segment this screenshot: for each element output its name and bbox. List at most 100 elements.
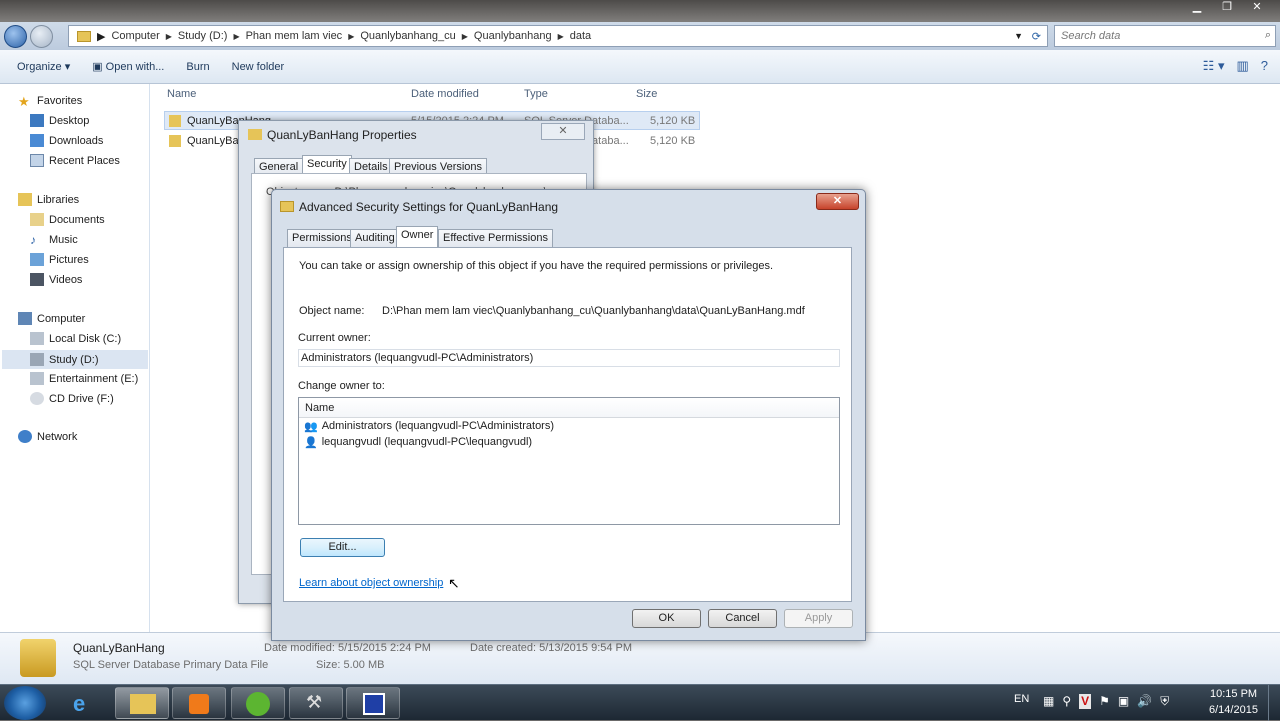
tray-flag-icon[interactable]: ⚑: [1099, 694, 1110, 709]
search-icon: ⌕: [1264, 29, 1271, 41]
list-item[interactable]: 👥 Administrators (lequangvudl-PC\Adminis…: [299, 418, 839, 434]
volume-icon[interactable]: 🔊: [1137, 694, 1152, 709]
clock-date[interactable]: 6/14/2015: [1209, 704, 1258, 716]
breadcrumb-computer[interactable]: Computer ▶: [111, 30, 171, 42]
folder-icon: [77, 30, 91, 42]
command-bar: Organize ▾ ▣ Open with... Burn New folde…: [0, 50, 1280, 84]
address-dropdown-icon[interactable]: ▼: [1014, 31, 1023, 41]
sidebar-item-videos[interactable]: Videos: [30, 273, 82, 286]
burn-button[interactable]: Burn: [186, 61, 209, 73]
sidebar-item-local-disk[interactable]: Local Disk (C:): [30, 332, 121, 345]
owner-list[interactable]: Name 👥 Administrators (lequangvudl-PC\Ad…: [298, 397, 840, 525]
sidebar-item-computer[interactable]: Computer: [18, 312, 85, 325]
users-group-icon: 👥: [304, 420, 318, 433]
maximize-button[interactable]: ❐: [1214, 0, 1240, 13]
database-file-icon: [169, 114, 181, 127]
mouse-cursor-icon: ↖: [448, 575, 460, 591]
breadcrumb-quanlybanhang-cu[interactable]: Quanlybanhang_cu ▶: [360, 30, 468, 42]
refresh-icon[interactable]: ⟳: [1032, 30, 1041, 43]
list-item[interactable]: 👤 lequangvudl (lequangvudl-PC\lequangvud…: [299, 434, 839, 450]
folder-icon: [130, 694, 156, 714]
language-indicator[interactable]: EN: [1014, 693, 1029, 705]
column-header-type[interactable]: Type: [524, 88, 548, 100]
column-header-size[interactable]: Size: [636, 88, 657, 100]
help-icon[interactable]: ?: [1261, 58, 1268, 74]
folder-icon: [280, 201, 294, 212]
view-options-icon[interactable]: ☷ ▾: [1203, 58, 1225, 74]
tab-effective-permissions[interactable]: Effective Permissions: [438, 229, 553, 247]
tray-network-icon[interactable]: ⚲: [1062, 694, 1071, 709]
sidebar-item-documents[interactable]: Documents: [30, 213, 105, 226]
media-player-icon: [189, 694, 209, 714]
sidebar-item-desktop[interactable]: Desktop: [30, 114, 89, 127]
edit-button[interactable]: Edit...: [300, 538, 385, 557]
properties-close-button[interactable]: ✕: [541, 123, 585, 140]
close-window-button[interactable]: ✕: [1244, 0, 1270, 13]
search-input[interactable]: Search data ⌕: [1054, 25, 1276, 47]
clock-time[interactable]: 10:15 PM: [1210, 688, 1257, 700]
address-bar[interactable]: ▶ Computer ▶ Study (D:) ▶ Phan mem lam vie…: [68, 25, 1048, 47]
cancel-button[interactable]: Cancel: [708, 609, 777, 628]
pictures-icon: [30, 253, 44, 266]
tab-auditing[interactable]: Auditing: [350, 229, 400, 247]
start-button[interactable]: [4, 686, 46, 720]
sidebar-item-entertainment[interactable]: Entertainment (E:): [30, 372, 138, 385]
tray-app-icon[interactable]: ▦: [1043, 694, 1054, 709]
taskbar: e ⚒ EN ▦ ⚲ V ⚑ ▣ 🔊 ⛨ 10:15 PM 6/14/2015: [0, 684, 1280, 721]
recent-places-icon: [30, 154, 44, 167]
organize-button[interactable]: Organize ▾: [17, 60, 70, 73]
back-button[interactable]: [4, 25, 27, 48]
navigation-pane: ★ Favorites Desktop Downloads Recent Plac…: [0, 84, 150, 632]
sidebar-item-libraries[interactable]: Libraries: [18, 193, 79, 206]
show-desktop-button[interactable]: [1268, 685, 1280, 721]
details-date-created: Date created: 5/13/2015 9:54 PM: [470, 642, 633, 654]
tray-screen-icon[interactable]: ▣: [1118, 694, 1129, 709]
media-player-taskbar-button[interactable]: [172, 687, 226, 719]
breadcrumb-study[interactable]: Study (D:) ▶: [178, 30, 240, 42]
owner-panel: You can take or assign ownership of this…: [283, 247, 852, 602]
tools-taskbar-button[interactable]: ⚒: [289, 687, 343, 719]
internet-explorer-icon: e: [73, 691, 86, 716]
tab-permissions[interactable]: Permissions: [287, 229, 357, 247]
screen-recorder-icon: [363, 693, 385, 715]
change-owner-label: Change owner to:: [298, 380, 385, 392]
breadcrumb-phan-mem[interactable]: Phan mem lam viec ▶: [246, 30, 355, 42]
desktop-icon: [30, 114, 44, 127]
sidebar-item-recent-places[interactable]: Recent Places: [30, 154, 120, 167]
advanced-close-button[interactable]: ✕: [816, 193, 859, 210]
column-header-name[interactable]: Name: [167, 88, 196, 100]
sidebar-item-pictures[interactable]: Pictures: [30, 253, 89, 266]
owner-list-header[interactable]: Name: [299, 398, 839, 418]
preview-pane-icon[interactable]: ▥: [1236, 58, 1248, 74]
learn-ownership-link[interactable]: Learn about object ownership: [299, 577, 443, 589]
sidebar-item-study[interactable]: Study (D:): [2, 350, 148, 369]
explorer-taskbar-button[interactable]: [115, 687, 169, 719]
properties-title: QuanLyBanHang Properties: [267, 128, 417, 142]
sidebar-item-network[interactable]: Network: [18, 430, 77, 443]
tray-v-icon[interactable]: V: [1079, 694, 1092, 709]
tray-security-icon[interactable]: ⛨: [1160, 694, 1169, 709]
object-name-value: D:\Phan mem lam viec\Quanlybanhang_cu\Qu…: [382, 305, 805, 317]
internet-explorer-taskbar-button[interactable]: e: [58, 687, 112, 719]
sidebar-item-downloads[interactable]: Downloads: [30, 134, 103, 147]
minimize-button[interactable]: ▁: [1184, 0, 1210, 13]
open-with-button[interactable]: ▣ Open with...: [92, 60, 164, 73]
breadcrumb-quanlybanhang[interactable]: Quanlybanhang ▶: [474, 30, 564, 42]
forward-button[interactable]: [30, 25, 53, 48]
ok-button[interactable]: OK: [632, 609, 701, 628]
sidebar-item-cd-drive[interactable]: CD Drive (F:): [30, 392, 114, 405]
breadcrumb-data[interactable]: data: [570, 30, 591, 42]
sidebar-item-favorites[interactable]: ★ Favorites: [18, 94, 82, 109]
libraries-icon: [18, 193, 32, 206]
star-icon: ★: [18, 94, 30, 109]
apply-button[interactable]: Apply: [784, 609, 853, 628]
sidebar-item-music[interactable]: ♪ Music: [30, 233, 78, 247]
screen-recorder-taskbar-button[interactable]: [346, 687, 400, 719]
tab-owner[interactable]: Owner: [396, 226, 439, 247]
folder-icon: [248, 129, 262, 140]
app-taskbar-button[interactable]: [231, 687, 285, 719]
owner-intro-text: You can take or assign ownership of this…: [299, 260, 774, 272]
current-owner-field: Administrators (lequangvudl-PC\Administr…: [298, 349, 840, 367]
column-header-date[interactable]: Date modified: [411, 88, 479, 100]
new-folder-button[interactable]: New folder: [232, 61, 285, 73]
